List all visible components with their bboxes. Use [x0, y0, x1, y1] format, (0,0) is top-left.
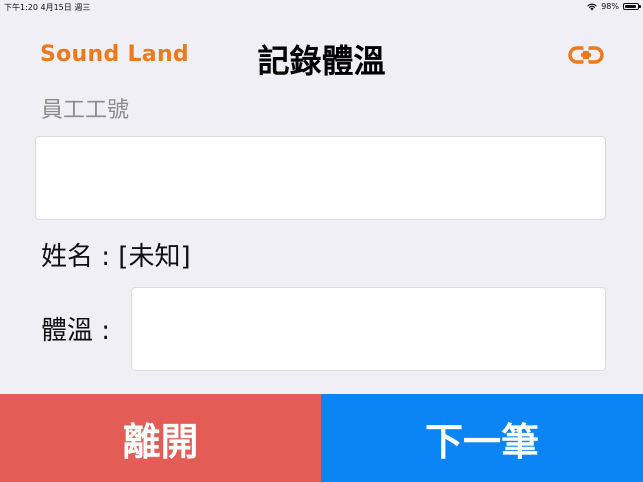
nav-bar: Sound Land 記錄體溫 — [0, 28, 643, 82]
action-bar: 離開 下一筆 — [0, 394, 643, 482]
name-row: 姓名 : [未知] — [41, 236, 191, 273]
name-label: 姓名 : — [41, 242, 119, 272]
employee-id-input[interactable] — [35, 136, 606, 220]
next-record-button[interactable]: 下一筆 — [321, 394, 643, 482]
name-value: [未知] — [118, 242, 191, 272]
status-time-date: 下午1:20 4月15日 週三 — [4, 3, 91, 12]
employee-id-label: 員工工號 — [41, 98, 130, 123]
leave-button[interactable]: 離開 — [0, 394, 321, 482]
battery-percent: 98% — [601, 2, 619, 11]
page-title: 記錄體溫 — [257, 42, 386, 80]
link-icon[interactable] — [568, 42, 604, 68]
temperature-input[interactable] — [131, 287, 606, 371]
temperature-label: 體溫 : — [41, 316, 111, 346]
status-indicators: 98% — [587, 2, 641, 11]
status-bar: 下午1:20 4月15日 週三 98% — [0, 0, 643, 14]
battery-icon — [623, 3, 641, 10]
wifi-icon — [587, 3, 597, 10]
